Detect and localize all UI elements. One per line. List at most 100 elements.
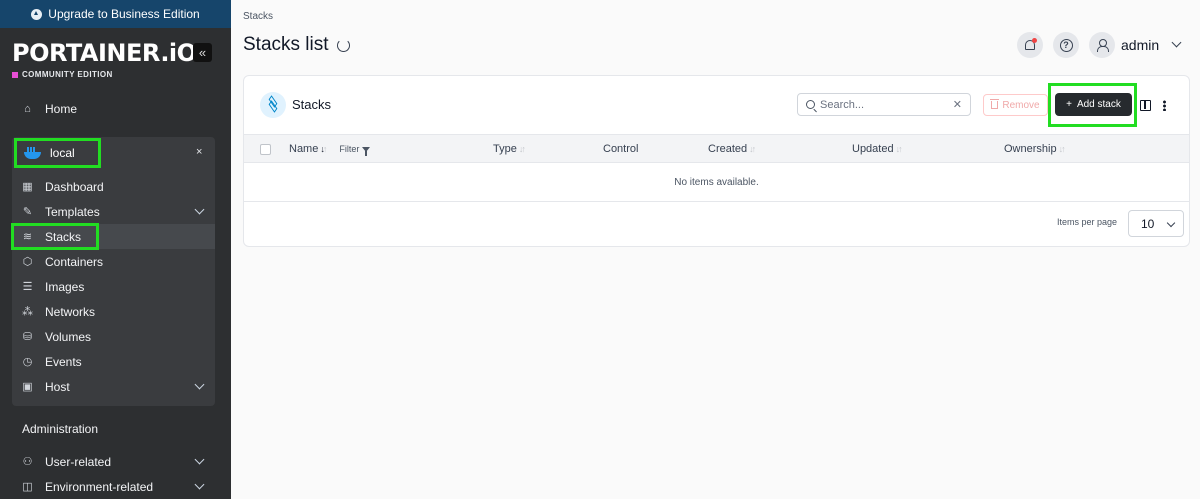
column-label: Created <box>708 143 748 155</box>
refresh-icon[interactable] <box>336 38 350 52</box>
sidebar-item-label: Containers <box>45 254 104 269</box>
host-icon: ▣ <box>22 381 33 393</box>
username[interactable]: admin <box>1121 37 1159 53</box>
column-label: Type <box>493 143 517 155</box>
portainer-logo[interactable]: PORTAINER.iO <box>12 40 197 66</box>
upgrade-banner[interactable]: Upgrade to Business Edition <box>0 0 231 28</box>
filter-label: Filter <box>339 144 360 154</box>
templates-icon: ✎ <box>22 206 33 218</box>
sidebar-item-label: Dashboard <box>45 179 104 194</box>
sidebar-item-label: Networks <box>45 304 96 319</box>
column-label: Updated <box>852 143 894 155</box>
sidebar-item-containers[interactable]: ⬡ Containers <box>12 249 215 274</box>
sidebar-item-label: Events <box>45 354 82 369</box>
search-icon <box>806 100 815 109</box>
sidebar-item-home[interactable]: ⌂ Home <box>12 96 215 121</box>
help-button[interactable]: ? <box>1053 32 1079 58</box>
column-updated[interactable]: Updated ↓↑ <box>852 143 903 155</box>
sidebar-item-host[interactable]: ▣ Host <box>12 374 215 399</box>
sort-icon: ↓↑ <box>518 144 526 154</box>
chevron-down-icon[interactable] <box>1171 37 1182 48</box>
sort-icon: ↓↑ <box>895 144 903 154</box>
chevron-down-icon <box>194 379 205 390</box>
select-all-checkbox[interactable] <box>260 144 271 155</box>
home-icon: ⌂ <box>24 102 31 115</box>
sidebar-item-volumes[interactable]: ⛁ Volumes <box>12 324 215 349</box>
add-stack-label: Add stack <box>1076 99 1121 110</box>
search-input[interactable] <box>820 98 940 111</box>
empty-state-message: No items available. <box>244 164 1189 202</box>
containers-icon: ⬡ <box>22 256 33 268</box>
search-field[interactable]: ✕ <box>797 93 971 116</box>
volumes-icon: ⛁ <box>22 331 33 343</box>
column-label: Control <box>603 143 639 155</box>
sidebar-item-label: Home <box>45 101 78 116</box>
page-title-text: Stacks list <box>243 34 329 55</box>
plus-icon: + <box>1066 99 1072 110</box>
column-created[interactable]: Created ↓↑ <box>708 143 756 155</box>
edition-text: COMMUNITY EDITION <box>22 70 113 79</box>
column-label: Ownership <box>1004 143 1057 155</box>
chevron-down-icon <box>1166 218 1176 228</box>
table-header: Name ↓↑ Filter Type ↓↑ Control Created ↓… <box>244 134 1189 163</box>
stacks-icon: ≋ <box>22 231 33 243</box>
sidebar-item-dashboard[interactable]: ▦ Dashboard <box>12 174 215 199</box>
environment-name: local <box>50 146 75 160</box>
sort-icon: ↓↑ <box>749 144 756 154</box>
columns-icon[interactable] <box>1140 100 1151 111</box>
user-icon <box>1097 39 1109 52</box>
notification-dot <box>1032 38 1037 43</box>
stacks-card-icon <box>260 92 286 118</box>
column-control: Control <box>603 143 638 155</box>
chevron-down-icon <box>194 454 205 465</box>
remove-button-label: Remove <box>1002 99 1040 111</box>
sidebar-item-images[interactable]: ☰ Images <box>12 274 215 299</box>
sidebar-item-user-related[interactable]: ⚇ User-related <box>12 449 215 474</box>
sidebar-item-stacks[interactable]: ≋ Stacks <box>12 224 215 249</box>
environment-local[interactable]: local <box>14 138 101 168</box>
environment-icon: ◫ <box>22 481 33 493</box>
images-icon: ☰ <box>22 281 33 293</box>
sidebar-item-events[interactable]: ◷ Events <box>12 349 215 374</box>
collapse-sidebar-button[interactable]: « <box>193 43 212 62</box>
chevron-down-icon <box>194 479 205 490</box>
sidebar-item-label: User-related <box>45 454 112 469</box>
chevron-down-icon <box>194 204 205 215</box>
column-ownership[interactable]: Ownership ↓↑ <box>1004 143 1066 155</box>
clear-search-icon[interactable]: ✕ <box>953 98 962 111</box>
sidebar-item-label: Stacks <box>45 229 82 244</box>
sidebar-item-label: Templates <box>45 204 100 219</box>
add-stack-button[interactable]: + Add stack <box>1055 93 1132 116</box>
sidebar-item-label: Environment-related <box>45 479 154 494</box>
breadcrumb: Stacks <box>243 11 274 22</box>
user-avatar[interactable] <box>1089 32 1115 58</box>
users-icon: ⚇ <box>22 456 33 468</box>
more-options-icon[interactable] <box>1163 100 1166 111</box>
sort-icon: ↓↑ <box>320 144 327 154</box>
notifications-button[interactable] <box>1017 32 1043 58</box>
sidebar-item-label: Volumes <box>45 329 92 344</box>
sidebar-item-networks[interactable]: ⁂ Networks <box>12 299 215 324</box>
items-per-page-label: Items per page <box>1057 217 1118 227</box>
filter-icon <box>362 146 371 156</box>
sidebar-item-label: Images <box>45 279 85 294</box>
filter-button[interactable]: Filter <box>339 144 371 156</box>
sidebar: Upgrade to Business Edition PORTAINER.iO… <box>0 0 231 499</box>
edition-square-icon <box>12 71 18 78</box>
administration-heading: Administration <box>22 422 99 436</box>
sidebar-item-environment-related[interactable]: ◫ Environment-related <box>12 474 215 499</box>
column-type[interactable]: Type ↓↑ <box>493 143 526 155</box>
events-icon: ◷ <box>22 356 33 368</box>
upgrade-banner-label: Upgrade to Business Edition <box>48 7 200 21</box>
card-title: Stacks <box>292 97 332 112</box>
sidebar-item-templates[interactable]: ✎ Templates <box>12 199 215 224</box>
column-label: Name <box>289 143 319 155</box>
remove-button[interactable]: Remove <box>983 94 1048 116</box>
column-name[interactable]: Name ↓↑ Filter <box>289 143 371 156</box>
networks-icon: ⁂ <box>22 306 33 318</box>
edition-label: COMMUNITY EDITION <box>12 70 113 79</box>
page-title: Stacks list <box>243 34 350 56</box>
close-environment-button[interactable]: × <box>196 146 202 158</box>
items-per-page-select[interactable]: 10 <box>1128 210 1184 237</box>
docker-icon <box>24 147 42 159</box>
